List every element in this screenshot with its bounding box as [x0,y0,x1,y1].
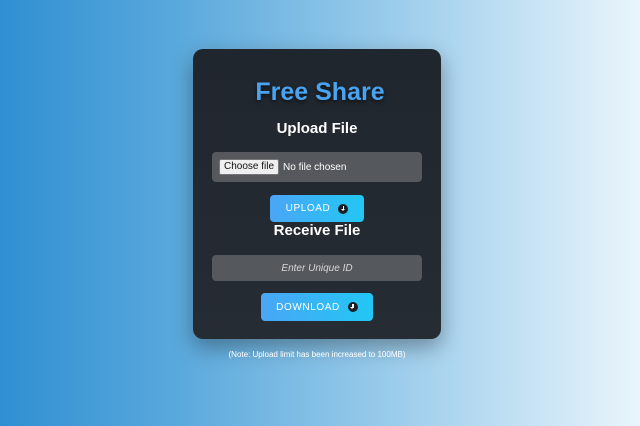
file-status-text: No file chosen [283,161,347,173]
file-picker-field[interactable]: Choose file No file chosen [212,152,422,182]
upload-limit-note: (Note: Upload limit has been increased t… [228,350,406,359]
choose-file-button[interactable]: Choose file [219,159,280,175]
app-title: Free Share [255,78,385,106]
download-circle-icon [347,302,358,312]
upload-button-label: UPLOAD [285,203,331,214]
receive-heading: Receive File [273,222,361,239]
download-circle-icon [338,203,349,214]
upload-heading: Upload File [276,120,358,137]
download-button-label: DOWNLOAD [276,301,340,313]
download-button[interactable]: DOWNLOAD [261,293,373,321]
upload-button[interactable]: UPLOAD [270,195,364,222]
unique-id-input[interactable] [212,255,422,281]
